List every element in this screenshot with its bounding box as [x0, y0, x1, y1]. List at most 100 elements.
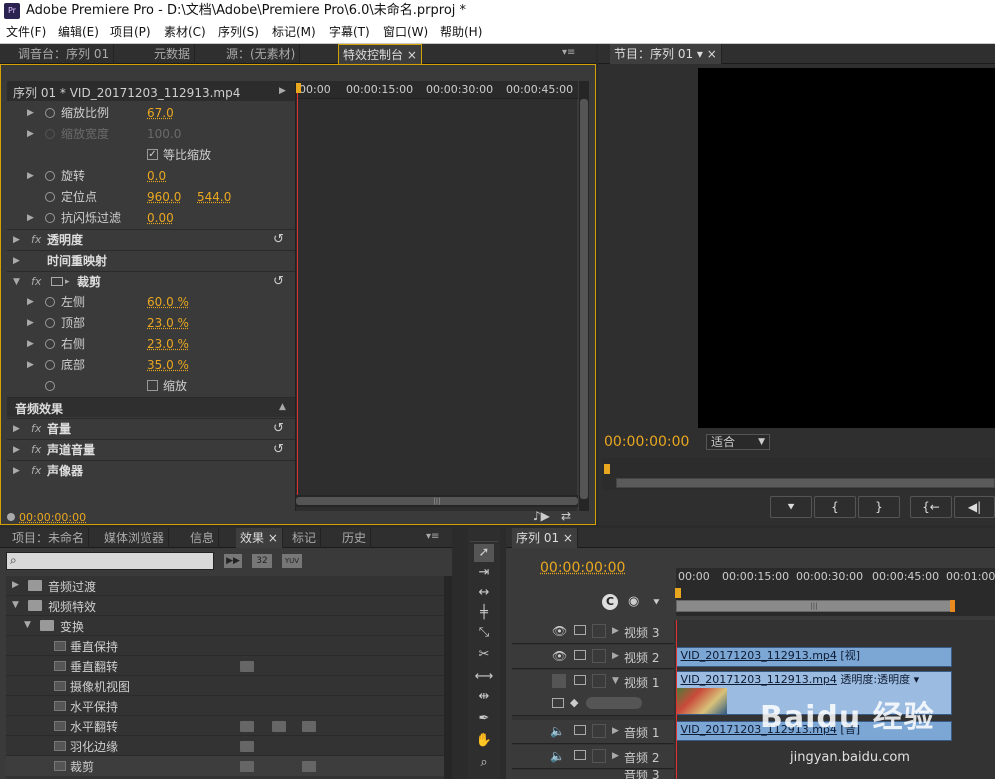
collapse-triangle-icon[interactable]: ▼ [13, 272, 20, 292]
menu-edit[interactable]: 编辑(E) [58, 22, 99, 43]
effects-tree-scrollbar[interactable] [444, 576, 452, 779]
timeline-ruler[interactable]: 00:00 00:00:15:00 00:00:30:00 00:00:45:0… [676, 568, 995, 586]
rate-stretch-tool-icon[interactable]: ⤡ [474, 624, 494, 642]
tab-audio-mixer[interactable]: 调音台：序列 01 [14, 44, 115, 64]
clip-video-2[interactable]: VID_20171203_112913.mp4 [视] [676, 647, 952, 667]
expand-triangle-icon[interactable]: ▶ [27, 208, 34, 228]
step-back-button[interactable]: ◀| [954, 496, 995, 518]
reset-icon[interactable]: ↺ [273, 419, 284, 439]
expand-triangle-icon[interactable]: ▶ [612, 626, 619, 636]
snap-icon[interactable]: C [602, 594, 618, 610]
tree-item-vertical-flip[interactable]: 垂直翻转 [6, 656, 444, 676]
program-timecode[interactable]: 00:00:00:00 [604, 434, 689, 450]
prop-value[interactable]: 0.0 [147, 166, 166, 186]
expand-triangle-icon[interactable]: ▶ [27, 355, 34, 375]
scrollbar-thumb[interactable] [580, 99, 588, 499]
menu-file[interactable]: 文件(F) [6, 22, 46, 43]
prop-value-x[interactable]: 960.0 [147, 187, 181, 207]
prop-value[interactable]: 23.0 % [147, 334, 189, 354]
tree-item-audio-transitions[interactable]: ▶ 音频过渡 [6, 576, 444, 596]
tab-history[interactable]: 历史 [338, 528, 372, 548]
stopwatch-icon[interactable] [45, 360, 55, 370]
tree-item-vertical-hold[interactable]: 垂直保持 [6, 636, 444, 656]
eye-toggle[interactable] [552, 674, 566, 688]
playhead-handle[interactable] [296, 83, 301, 93]
panel-menu-icon[interactable]: ▾≡ [562, 47, 578, 59]
lock-toggle[interactable] [592, 649, 606, 663]
collapse-triangle-icon[interactable]: ▼ [612, 676, 619, 686]
prop-value[interactable]: 35.0 % [147, 355, 189, 375]
reset-icon[interactable]: ↺ [273, 440, 284, 460]
expand-triangle-icon[interactable]: ▶ [13, 461, 20, 481]
menu-clip[interactable]: 素材(C) [164, 22, 206, 43]
reset-icon[interactable]: ↺ [273, 230, 284, 250]
speaker-icon[interactable]: 🔈 [550, 724, 565, 738]
pen-tool-icon[interactable]: ✒ [474, 710, 494, 728]
rolling-edit-tool-icon[interactable]: ╪ [474, 604, 494, 622]
razor-tool-icon[interactable]: ✂ [474, 646, 494, 664]
uniform-scale-checkbox[interactable]: ✓ [147, 149, 158, 160]
keyframe-icon[interactable]: ◆ [570, 696, 578, 709]
32bit-icon[interactable]: 32 [252, 554, 272, 568]
accelerated-effects-icon[interactable]: ▶▶ [224, 554, 242, 568]
tree-item-crop[interactable]: 裁剪 [6, 756, 444, 776]
crop-box-icon[interactable] [51, 277, 63, 286]
tab-metadata[interactable]: 元数据 [150, 44, 196, 64]
tree-item-feather-edges[interactable]: 羽化边缘 [6, 736, 444, 756]
eye-icon[interactable]: 👁 [552, 649, 567, 663]
add-marker-button[interactable]: ⯆ [770, 496, 812, 518]
expand-triangle-icon[interactable]: ▶ [27, 334, 34, 354]
effect-timecode[interactable]: 00:00:00:00 [19, 511, 86, 524]
lock-toggle[interactable] [592, 674, 606, 688]
add-marker-icon[interactable]: ⯆ [652, 596, 661, 610]
tab-media-browser[interactable]: 媒体浏览器 [100, 528, 170, 548]
expand-triangle-icon[interactable]: ▶ [27, 166, 34, 186]
lock-toggle[interactable] [592, 724, 606, 738]
slide-tool-icon[interactable]: ⇹ [474, 688, 494, 706]
menu-help[interactable]: 帮助(H) [440, 22, 482, 43]
tab-markers[interactable]: 标记 [288, 528, 322, 548]
tree-item-transform[interactable]: ▼ 变换 [6, 616, 444, 636]
go-to-in-button[interactable]: {← [910, 496, 952, 518]
zoom-checkbox[interactable] [147, 380, 158, 391]
tree-item-horizontal-hold[interactable]: 水平保持 [6, 696, 444, 716]
effects-search-input[interactable]: ⌕ [6, 552, 214, 570]
tab-program[interactable]: 节目：序列 01 ▾ × [610, 44, 722, 64]
expand-triangle-icon[interactable]: ▶ [27, 103, 34, 123]
expand-triangle-icon[interactable]: ▶ [612, 726, 619, 736]
stopwatch-icon[interactable] [45, 108, 55, 118]
expand-triangle-icon[interactable]: ▶ [13, 419, 20, 439]
fit-dropdown[interactable]: 适合 ▼ [706, 434, 770, 450]
program-video-display[interactable] [698, 68, 995, 428]
reset-icon[interactable]: ↺ [273, 272, 284, 292]
prop-value-y[interactable]: 544.0 [197, 187, 231, 207]
prop-value[interactable]: 67.0 [147, 103, 174, 123]
mark-out-button[interactable]: } [858, 496, 900, 518]
expand-triangle-icon[interactable]: ▶ [13, 440, 20, 460]
menu-marker[interactable]: 标记(M) [272, 22, 316, 43]
menu-sequence[interactable]: 序列(S) [218, 22, 259, 43]
hand-tool-icon[interactable]: ✋ [474, 732, 494, 750]
prop-value[interactable]: 0.00 [147, 208, 174, 228]
mark-in-button[interactable]: { [814, 496, 856, 518]
tab-project[interactable]: 项目：未命名 [8, 528, 90, 548]
playhead-handle[interactable] [675, 588, 681, 598]
expand-triangle-icon[interactable]: ▶ [612, 751, 619, 761]
scrollbar-thumb[interactable]: ||| [296, 497, 578, 505]
expand-triangle-icon[interactable]: ▶ [13, 251, 20, 271]
tab-source[interactable]: 源：(无素材) [222, 44, 301, 64]
display-style-icon[interactable] [552, 698, 564, 708]
stopwatch-icon[interactable] [45, 192, 55, 202]
prop-value[interactable]: 60.0 % [147, 292, 189, 312]
prop-value[interactable]: 23.0 % [147, 313, 189, 333]
timeline-timecode[interactable]: 00:00:00:00 [540, 560, 625, 576]
collapse-up-icon[interactable]: ▲ [279, 402, 286, 412]
tree-item-horizontal-flip[interactable]: 水平翻转 [6, 716, 444, 736]
tab-effect-controls[interactable]: 特效控制台 × [338, 44, 422, 64]
slip-tool-icon[interactable]: ⟷ [474, 668, 494, 686]
selection-tool-icon[interactable]: ➚ [474, 544, 494, 562]
menu-project[interactable]: 项目(P) [110, 22, 151, 43]
effect-timeline-area[interactable]: 00:00 00:00:15:00 00:00:30:00 00:00:45:0… [295, 81, 578, 511]
lock-toggle[interactable] [592, 749, 606, 763]
expand-triangle-icon[interactable]: ▶ [12, 580, 19, 590]
